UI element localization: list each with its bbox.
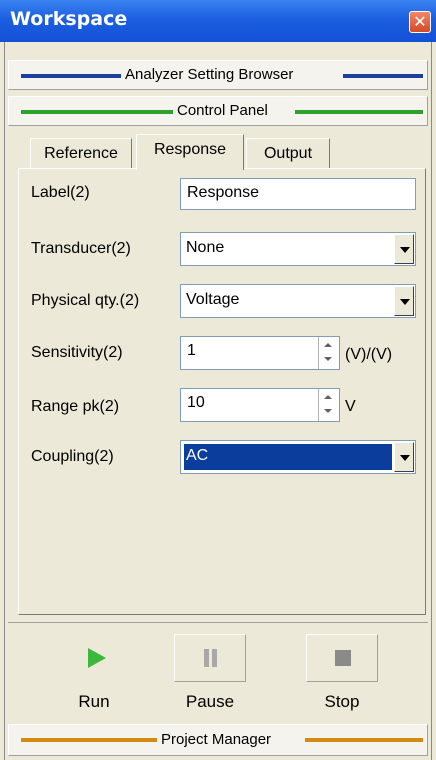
project-manager-bar[interactable]: Project Manager	[8, 724, 428, 756]
divider-line	[21, 74, 121, 78]
spin-up-icon[interactable]	[319, 338, 336, 353]
pause-icon-box	[174, 634, 246, 682]
project-manager-label: Project Manager	[161, 731, 272, 748]
range-pk-value: 10	[187, 394, 205, 411]
stop-icon-box	[306, 634, 378, 682]
close-button[interactable]: ✕	[409, 11, 431, 33]
transducer-select[interactable]: None	[180, 232, 416, 266]
coupling-value: AC	[186, 447, 209, 464]
control-panel-bar[interactable]: Control Panel	[8, 96, 428, 126]
chevron-down-icon[interactable]	[394, 234, 414, 264]
range-pk-spinner[interactable]	[318, 389, 336, 421]
stop-button[interactable]: Stop	[296, 634, 388, 722]
range-pk-field-label: Range pk(2)	[31, 398, 120, 415]
label-input[interactable]: Response	[180, 178, 416, 210]
divider-line	[21, 110, 173, 114]
transducer-value: None	[186, 239, 225, 256]
physical-qty-value: Voltage	[186, 291, 240, 308]
control-panel-label: Control Panel	[177, 102, 268, 119]
title-bar[interactable]: Workspace ✕	[0, 0, 436, 42]
run-label: Run	[78, 692, 110, 711]
pause-button[interactable]: Pause	[164, 634, 256, 722]
spin-up-icon[interactable]	[319, 390, 336, 405]
divider-line	[305, 738, 423, 742]
divider-line	[21, 738, 157, 742]
spin-down-icon[interactable]	[319, 353, 336, 368]
close-icon: ✕	[413, 12, 427, 31]
window-title: Workspace	[10, 8, 128, 30]
sensitivity-unit: (V)/(V)	[345, 346, 393, 363]
workspace-window: Workspace ✕ Analyzer Setting Browser Con…	[0, 0, 436, 760]
sensitivity-input[interactable]: 1	[180, 336, 340, 370]
chevron-down-icon[interactable]	[394, 442, 414, 472]
stop-label: Stop	[324, 692, 360, 711]
sensitivity-field-label: Sensitivity(2)	[31, 344, 123, 361]
selection-highlight	[183, 443, 393, 471]
sensitivity-spinner[interactable]	[318, 337, 336, 369]
run-icon-box	[58, 634, 130, 682]
physical-qty-select[interactable]: Voltage	[180, 284, 416, 318]
transducer-field-label: Transducer(2)	[31, 240, 131, 257]
pause-label: Pause	[185, 692, 235, 711]
analyzer-setting-browser-bar[interactable]: Analyzer Setting Browser	[8, 60, 428, 90]
sensitivity-value: 1	[187, 342, 196, 359]
analyzer-setting-browser-label: Analyzer Setting Browser	[125, 66, 294, 83]
divider-line	[295, 110, 423, 114]
run-button[interactable]: Run	[48, 634, 140, 722]
coupling-select[interactable]: AC	[180, 440, 416, 474]
tab-response[interactable]: Response	[136, 134, 244, 170]
range-pk-unit: V	[345, 398, 356, 415]
pause-icon	[204, 649, 218, 667]
tab-output[interactable]: Output	[246, 138, 330, 168]
chevron-down-icon[interactable]	[394, 286, 414, 316]
coupling-field-label: Coupling(2)	[31, 448, 114, 465]
tab-reference[interactable]: Reference	[30, 138, 132, 168]
play-icon	[88, 648, 106, 668]
divider-line	[343, 74, 423, 78]
stop-icon	[335, 650, 351, 666]
spin-down-icon[interactable]	[319, 405, 336, 420]
label-field-label: Label(2)	[31, 184, 90, 201]
range-pk-input[interactable]: 10	[180, 388, 340, 422]
physical-qty-field-label: Physical qty.(2)	[31, 292, 140, 309]
